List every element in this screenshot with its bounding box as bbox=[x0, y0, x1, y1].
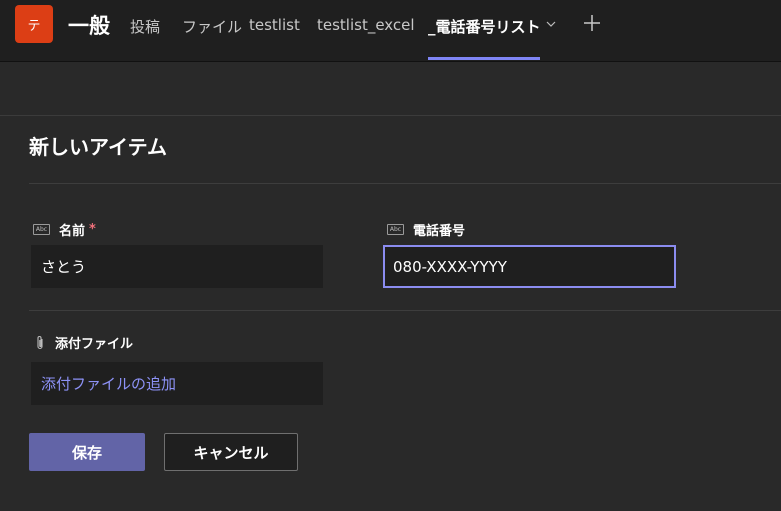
team-avatar[interactable]: テ bbox=[15, 5, 53, 43]
attachments-label-text: 添付ファイル bbox=[55, 337, 134, 352]
tab-phone-list[interactable]: _電話番号リスト bbox=[428, 16, 541, 37]
new-item-form: 新しいアイテム Abc 名前 * さとう Abc 電話番号 080-XXXX-Y… bbox=[0, 116, 781, 511]
channel-name: 一般 bbox=[68, 14, 110, 38]
active-tab-indicator bbox=[428, 57, 540, 60]
cancel-button[interactable]: キャンセル bbox=[164, 433, 298, 471]
tab-posts[interactable]: 投稿 bbox=[130, 16, 160, 37]
phone-field-label: Abc 電話番号 bbox=[387, 220, 465, 239]
name-label-text: 名前 bbox=[59, 224, 86, 239]
attachments-box: 添付ファイルの追加 bbox=[31, 362, 323, 405]
tab-testlist-excel[interactable]: testlist_excel bbox=[317, 16, 415, 34]
name-input-value: さとう bbox=[41, 258, 87, 276]
paperclip-icon bbox=[35, 335, 45, 351]
fields-divider bbox=[29, 310, 781, 311]
add-attachment-link[interactable]: 添付ファイルの追加 bbox=[41, 373, 176, 394]
name-field-label: Abc 名前 * bbox=[33, 220, 96, 239]
tab-files[interactable]: ファイル bbox=[182, 16, 242, 37]
name-input[interactable]: さとう bbox=[31, 245, 323, 288]
plus-icon[interactable] bbox=[580, 11, 604, 35]
phone-label-text: 電話番号 bbox=[413, 224, 466, 239]
phone-input[interactable]: 080-XXXX-YYYY bbox=[383, 245, 676, 288]
save-button[interactable]: 保存 bbox=[29, 433, 145, 471]
form-title: 新しいアイテム bbox=[29, 135, 167, 159]
top-bar: テ 一般 投稿 ファイル testlist testlist_excel _電話… bbox=[0, 0, 781, 62]
abc-text-field-icon: Abc bbox=[387, 224, 404, 235]
required-asterisk: * bbox=[89, 222, 96, 237]
title-divider bbox=[29, 183, 781, 184]
command-bar bbox=[0, 62, 781, 116]
chevron-down-icon[interactable] bbox=[544, 16, 558, 32]
abc-text-field-icon: Abc bbox=[33, 224, 50, 235]
attachments-label: 添付ファイル bbox=[35, 333, 133, 352]
tab-testlist[interactable]: testlist bbox=[249, 16, 300, 34]
phone-input-value: 080-XXXX-YYYY bbox=[393, 257, 507, 276]
